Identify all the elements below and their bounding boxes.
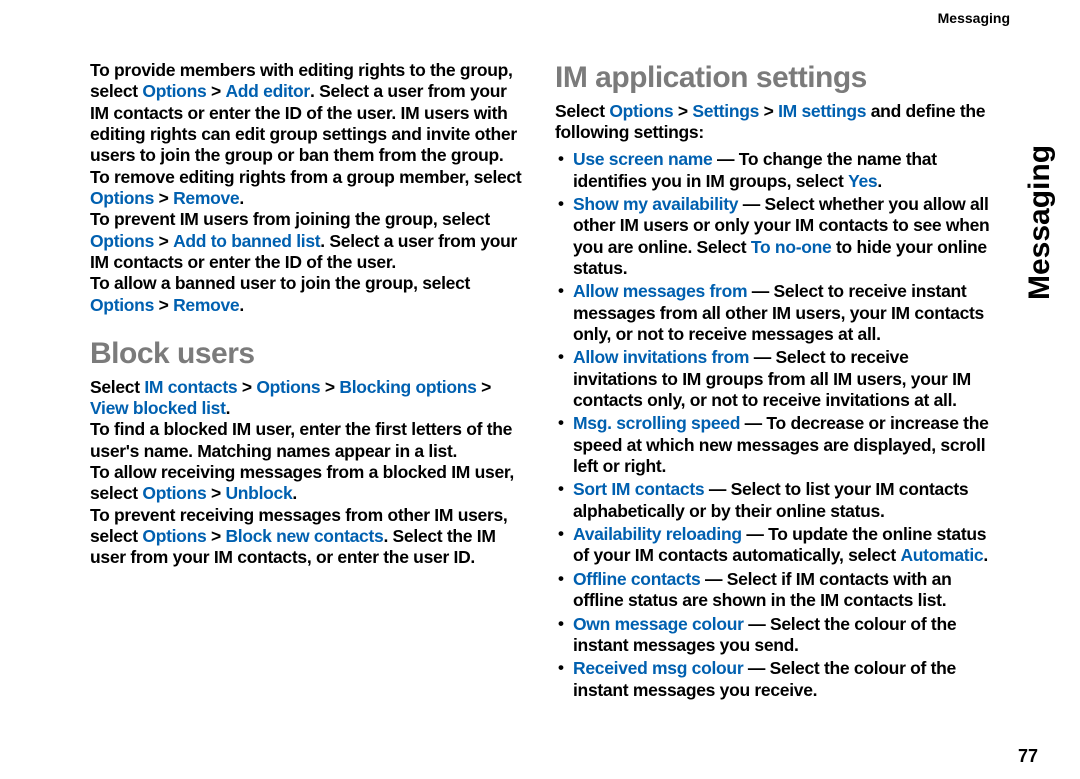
- setting-name: Availability reloading: [573, 524, 742, 544]
- menu-add-banned: Add to banned list: [173, 231, 320, 251]
- heading-im-settings: IM application settings: [555, 60, 990, 97]
- text: To remove editing rights from a group me…: [90, 167, 521, 187]
- sep: >: [154, 295, 173, 315]
- setting-item: Received msg colour — Select the colour …: [555, 658, 990, 701]
- menu-options: Options: [142, 81, 206, 101]
- setting-name: Msg. scrolling speed: [573, 413, 740, 433]
- heading-block-users: Block users: [90, 336, 525, 373]
- sep: >: [759, 101, 778, 121]
- sep: >: [206, 81, 225, 101]
- setting-name: Use screen name: [573, 149, 712, 169]
- sep: >: [320, 377, 339, 397]
- left-p3: To prevent IM users from joining the gro…: [90, 209, 525, 273]
- setting-desc-tail: .: [877, 171, 882, 191]
- setting-value: Automatic: [900, 545, 983, 565]
- menu-options: Options: [142, 526, 206, 546]
- sep: >: [673, 101, 692, 121]
- menu-block-new: Block new contacts: [225, 526, 383, 546]
- setting-name: Allow messages from: [573, 281, 752, 301]
- im-lead: Select Options > Settings > IM settings …: [555, 101, 990, 144]
- setting-item: Sort IM contacts — Select to list your I…: [555, 479, 990, 522]
- text: .: [292, 483, 297, 503]
- left-p1: To provide members with editing rights t…: [90, 60, 525, 167]
- sep: >: [154, 231, 173, 251]
- menu-view-blocked: View blocked list: [90, 398, 226, 418]
- setting-item: Availability reloading — To update the o…: [555, 524, 990, 567]
- menu-options: Options: [90, 295, 154, 315]
- setting-name: Received msg colour: [573, 658, 743, 678]
- menu-im-contacts: IM contacts: [144, 377, 237, 397]
- sep: >: [237, 377, 256, 397]
- setting-name: Offline contacts: [573, 569, 700, 589]
- text: To allow a banned user to join the group…: [90, 273, 470, 293]
- sep: >: [206, 526, 225, 546]
- text: Select: [90, 377, 144, 397]
- setting-item: Show my availability — Select whether yo…: [555, 194, 990, 279]
- sep: >: [206, 483, 225, 503]
- menu-options: Options: [609, 101, 673, 121]
- left-p4: To allow a banned user to join the group…: [90, 273, 525, 316]
- setting-item: Own message colour — Select the colour o…: [555, 614, 990, 657]
- setting-item: Msg. scrolling speed — To decrease or in…: [555, 413, 990, 477]
- setting-value: Yes: [848, 171, 877, 191]
- settings-list: Use screen name — To change the name tha…: [555, 149, 990, 701]
- page: Messaging Messaging 77 To provide member…: [0, 0, 1080, 779]
- text: .: [239, 188, 244, 208]
- left-p2: To remove editing rights from a group me…: [90, 167, 525, 210]
- setting-item: Use screen name — To change the name tha…: [555, 149, 990, 192]
- menu-settings: Settings: [692, 101, 759, 121]
- text: To prevent IM users from joining the gro…: [90, 209, 490, 229]
- menu-remove: Remove: [173, 188, 239, 208]
- text: .: [239, 295, 244, 315]
- setting-desc-tail: .: [983, 545, 988, 565]
- sep: >: [154, 188, 173, 208]
- block-p3: To allow receiving messages from a block…: [90, 462, 525, 505]
- menu-options: Options: [90, 231, 154, 251]
- menu-blocking-options: Blocking options: [339, 377, 476, 397]
- setting-item: Offline contacts — Select if IM contacts…: [555, 569, 990, 612]
- section-tab: Messaging: [1023, 100, 1075, 300]
- sep: >: [477, 377, 491, 397]
- menu-unblock: Unblock: [225, 483, 292, 503]
- menu-im-settings: IM settings: [778, 101, 866, 121]
- header-topic: Messaging: [938, 10, 1010, 26]
- setting-name: Own message colour: [573, 614, 744, 634]
- setting-name: Sort IM contacts: [573, 479, 704, 499]
- menu-add-editor: Add editor: [225, 81, 310, 101]
- block-p2: To find a blocked IM user, enter the fir…: [90, 419, 525, 462]
- right-column: IM application settings Select Options >…: [555, 60, 990, 703]
- block-p4: To prevent receiving messages from other…: [90, 505, 525, 569]
- block-p1: Select IM contacts > Options > Blocking …: [90, 377, 525, 420]
- text: Select: [555, 101, 609, 121]
- menu-options: Options: [256, 377, 320, 397]
- setting-item: Allow messages from — Select to receive …: [555, 281, 990, 345]
- content-columns: To provide members with editing rights t…: [90, 20, 1012, 703]
- setting-name: Allow invitations from: [573, 347, 749, 367]
- menu-options: Options: [142, 483, 206, 503]
- menu-remove: Remove: [173, 295, 239, 315]
- left-column: To provide members with editing rights t…: [90, 60, 525, 703]
- setting-value: To no-one: [751, 237, 832, 257]
- menu-options: Options: [90, 188, 154, 208]
- setting-name: Show my availability: [573, 194, 743, 214]
- setting-item: Allow invitations from — Select to recei…: [555, 347, 990, 411]
- text: .: [226, 398, 231, 418]
- page-number: 77: [1018, 746, 1038, 767]
